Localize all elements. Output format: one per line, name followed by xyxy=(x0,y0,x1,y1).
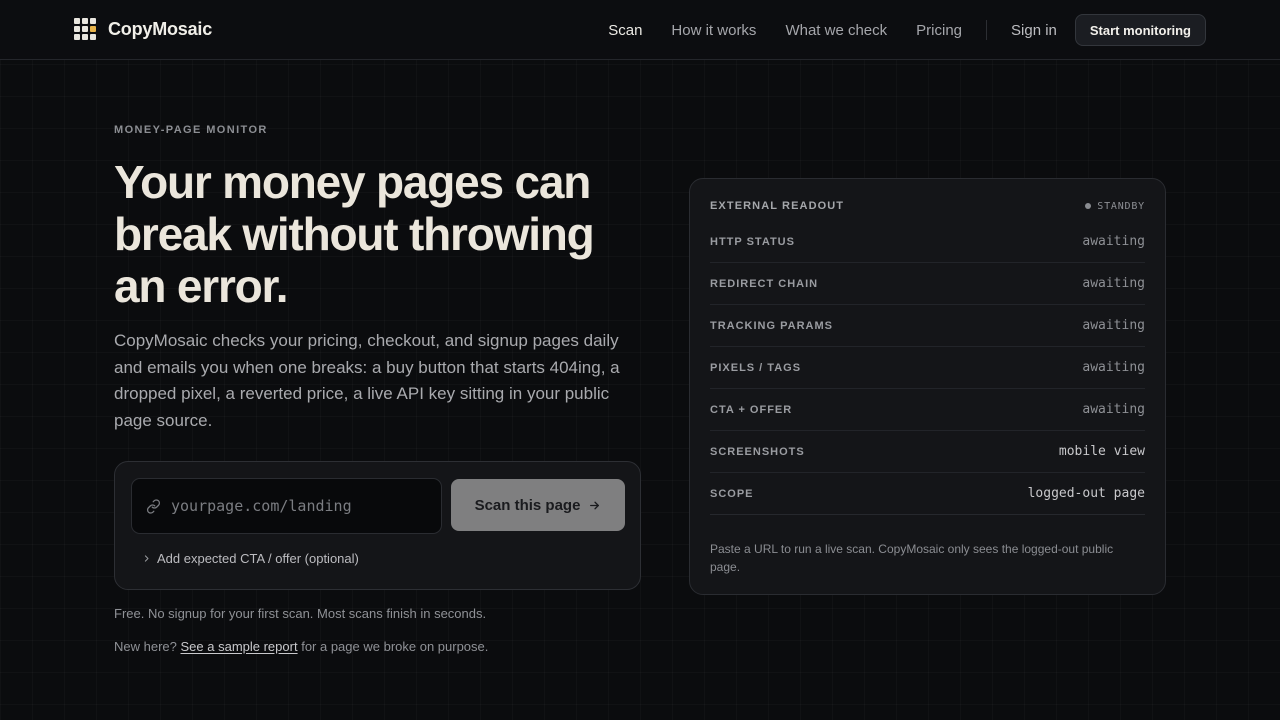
external-readout-panel: EXTERNAL READOUT STANDBY HTTP STATUS awa… xyxy=(689,178,1166,595)
brand[interactable]: CopyMosaic xyxy=(74,18,212,40)
hero-eyebrow: MONEY-PAGE MONITOR xyxy=(114,124,268,136)
standby-status: STANDBY xyxy=(1085,201,1145,212)
sign-in-link[interactable]: Sign in xyxy=(1011,22,1057,39)
sample-suffix: for a page we broke on purpose. xyxy=(301,639,489,654)
readout-row-value: awaiting xyxy=(1082,276,1145,291)
sample-report-link[interactable]: See a sample report xyxy=(181,639,298,654)
scan-button-label: Scan this page xyxy=(474,496,581,514)
readout-row-http-status: HTTP STATUS awaiting xyxy=(710,221,1145,263)
readout-row-label: CTA + OFFER xyxy=(710,403,793,416)
status-dot-icon xyxy=(1085,203,1092,209)
url-input[interactable] xyxy=(171,497,441,515)
start-monitoring-button[interactable]: Start monitoring xyxy=(1074,14,1206,46)
url-field[interactable] xyxy=(131,478,442,534)
readout-row-value: logged-out page xyxy=(1027,486,1145,501)
readout-row-value: awaiting xyxy=(1082,318,1145,333)
readout-row-tracking-params: TRACKING PARAMS awaiting xyxy=(710,305,1145,347)
sample-prefix: New here? xyxy=(114,639,177,654)
readout-footer: Paste a URL to run a live scan. CopyMosa… xyxy=(710,542,1114,574)
brand-name: CopyMosaic xyxy=(108,18,213,39)
free-note: Free. No signup for your first scan. Mos… xyxy=(114,606,487,621)
link-icon xyxy=(145,498,161,514)
nav-link-pricing[interactable]: Pricing xyxy=(916,22,962,39)
readout-row-label: TRACKING PARAMS xyxy=(710,319,833,332)
logo-grid-icon xyxy=(74,18,96,40)
expected-cta-toggle[interactable]: Add expected CTA / offer (optional) xyxy=(141,551,359,566)
readout-row-pixels-tags: PIXELS / TAGS awaiting xyxy=(710,347,1145,389)
main-nav: Scan How it works What we check Pricing … xyxy=(608,14,1206,46)
readout-row-label: HTTP STATUS xyxy=(710,235,795,248)
readout-row-label: SCOPE xyxy=(710,487,754,500)
readout-row-label: SCREENSHOTS xyxy=(710,445,805,458)
readout-row-value: mobile view xyxy=(1058,444,1145,459)
scan-page-button[interactable]: Scan this page xyxy=(451,479,625,531)
readout-row-label: REDIRECT CHAIN xyxy=(710,277,819,290)
readout-row-label: PIXELS / TAGS xyxy=(710,361,802,374)
arrow-right-icon xyxy=(588,499,601,512)
sample-note: New here? See a sample report for a page… xyxy=(114,639,488,654)
nav-link-scan[interactable]: Scan xyxy=(608,22,642,39)
readout-title: EXTERNAL READOUT xyxy=(710,200,845,212)
standby-label: STANDBY xyxy=(1097,200,1145,212)
readout-row-screenshots: SCREENSHOTS mobile view xyxy=(710,431,1145,473)
nav-divider xyxy=(986,20,988,40)
readout-row-value: awaiting xyxy=(1082,402,1145,417)
expected-cta-label: Add expected CTA / offer (optional) xyxy=(157,551,359,566)
readout-rows: HTTP STATUS awaiting REDIRECT CHAIN awai… xyxy=(710,221,1145,515)
readout-row-value: awaiting xyxy=(1082,360,1145,375)
readout-row-cta-offer: CTA + OFFER awaiting xyxy=(710,389,1145,431)
nav-link-what-we-check[interactable]: What we check xyxy=(785,22,887,39)
hero-description: CopyMosaic checks your pricing, checkout… xyxy=(114,331,620,430)
readout-row-value: awaiting xyxy=(1082,234,1145,249)
readout-header: EXTERNAL READOUT STANDBY xyxy=(710,199,1145,213)
top-nav-bar: CopyMosaic Scan How it works What we che… xyxy=(0,0,1280,60)
scan-form-card: Scan this page Add expected CTA / offer … xyxy=(114,461,641,590)
readout-row-scope: SCOPE logged-out page xyxy=(710,473,1145,515)
hero-title: Your money pages can break without throw… xyxy=(114,156,595,312)
nav-link-how-it-works[interactable]: How it works xyxy=(671,22,756,39)
readout-row-redirect-chain: REDIRECT CHAIN awaiting xyxy=(710,263,1145,305)
chevron-right-icon xyxy=(141,554,151,564)
